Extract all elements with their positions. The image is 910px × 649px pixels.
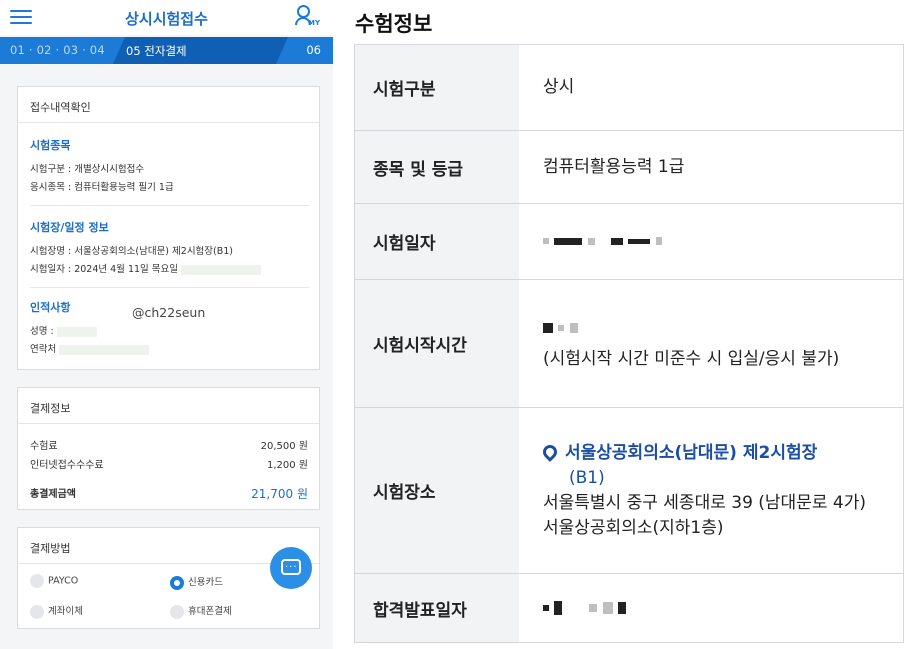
start-time-note: (시험시작 시간 미준수 시 입실/응시 불가) [543, 348, 840, 369]
start-time-value: (시험시작 시간 미준수 시 입실/응시 불가) [519, 280, 903, 407]
date-label: 시험일자 [355, 204, 519, 279]
venue-label: 시험장소 [355, 408, 519, 573]
completed-steps: 01 · 02 · 03 · 04 [10, 43, 105, 57]
date-value-redacted [519, 204, 903, 279]
exam-type-line: 시험구분 : 개별상시시험접수 [30, 164, 145, 175]
app-header: 상시시험접수 MY [0, 0, 333, 35]
receipt-header: 접수내역확인 [18, 87, 319, 123]
exam-item-line: 응시종목 : 컴퓨터활용능력 필기 1급 [30, 182, 174, 193]
online-fee-value: 1,200 원 [266, 460, 308, 471]
venue-section-title: 시험장/일정 정보 [30, 221, 109, 234]
result-date-value-redacted [519, 574, 903, 642]
redacted-block [59, 344, 150, 355]
next-step: 06 [306, 43, 321, 57]
table-row: 시험장소 서울상공회의소(남대문) 제2시험장 (B1) 서울특별시 중구 세종… [355, 408, 903, 574]
table-row: 시험일자 [355, 204, 903, 280]
grade-label: 종목 및 등급 [355, 131, 519, 203]
exam-info-table: 시험구분 상시 종목 및 등급 컴퓨터활용능력 1급 시험일자 시험시작시간 (… [354, 44, 904, 643]
venue-section: 시험장/일정 정보 시험장명 : 서울상공회의소(남대문) 제2시험장(B1) … [30, 219, 262, 279]
venue-floor: (B1) [569, 467, 605, 488]
chat-button[interactable]: ··· [270, 547, 312, 589]
contact-label: 연락처 [30, 344, 57, 355]
fee-row: 수험료 20,500 원 [30, 437, 308, 452]
exam-section: 시험종목 시험구분 : 개별상시시험접수 응시종목 : 컴퓨터활용능력 필기 1… [30, 137, 174, 197]
table-row: 종목 및 등급 컴퓨터활용능력 1급 [355, 131, 903, 204]
radio-icon [30, 604, 44, 619]
exam-section-title: 시험종목 [30, 139, 71, 152]
date-line-row: 시험일자 : 2024년 4월 11일 목요일 [30, 261, 262, 279]
radio-icon [170, 604, 184, 619]
redacted-block [181, 264, 262, 275]
name-row: 성명 : [30, 323, 149, 341]
venue-line: 시험장명 : 서울상공회의소(남대문) 제2시험장(B1) [30, 246, 234, 257]
category-value: 상시 [543, 77, 575, 97]
payment-info-header: 결제정보 [18, 388, 319, 424]
location-pin-icon [540, 441, 560, 462]
watermark: @ch22seun [132, 305, 206, 320]
divider [30, 205, 309, 206]
radio-selected-icon [170, 575, 184, 590]
result-date-label: 합격발표일자 [355, 574, 519, 642]
category-label: 시험구분 [355, 45, 519, 130]
venue-value: 서울상공회의소(남대문) 제2시험장 (B1) 서울특별시 중구 세종대로 39… [519, 408, 903, 573]
table-row: 합격발표일자 [355, 574, 903, 642]
payment-option-bank-transfer[interactable]: 계좌이체 [30, 603, 83, 619]
venue-name: 서울상공회의소(남대문) 제2시험장 [565, 442, 818, 463]
payment-option-mobile[interactable]: 휴대폰결제 [170, 603, 232, 619]
radio-icon [30, 574, 44, 588]
grade-value: 컴퓨터활용능력 1급 [543, 156, 685, 177]
contact-row: 연락처 [30, 341, 150, 359]
payment-option-credit-card[interactable]: 신용카드 [170, 574, 223, 590]
fee-label: 수험료 [30, 441, 58, 452]
redacted-block [56, 326, 97, 337]
my-label: MY [308, 19, 321, 27]
current-step: 05 전자결제 [126, 44, 187, 58]
table-row: 시험시작시간 (시험시작 시간 미준수 시 입실/응시 불가) [355, 280, 903, 408]
payment-option-payco[interactable]: PAYCO [30, 574, 78, 588]
step-progress-bar: 01 · 02 · 03 · 04 05 전자결제 06 [0, 37, 333, 64]
total-value: 21,700 원 [251, 487, 308, 501]
venue-name-row[interactable]: 서울상공회의소(남대문) 제2시험장 [540, 441, 885, 466]
date-line: 시험일자 : 2024년 4월 11일 목요일 [30, 264, 179, 275]
my-page-button[interactable]: MY [295, 5, 321, 29]
payment-info-card: 결제정보 수험료 20,500 원 인터넷접수수수료 1,200 원 총결제금액… [17, 387, 320, 510]
online-fee-row: 인터넷접수수수료 1,200 원 [30, 456, 308, 471]
exam-info-title: 수험정보 [355, 12, 433, 36]
receipt-card: 접수내역확인 시험종목 시험구분 : 개별상시시험접수 응시종목 : 컴퓨터활용… [17, 86, 320, 370]
total-row: 총결제금액 21,700 원 [30, 485, 308, 501]
mobile-app-panel: 상시시험접수 MY 01 · 02 · 03 · 04 05 전자결제 06 접… [0, 0, 333, 649]
online-fee-label: 인터넷접수수수료 [30, 460, 104, 471]
divider [30, 287, 309, 288]
page-title: 상시시험접수 [125, 10, 208, 28]
start-time-label: 시험시작시간 [355, 280, 519, 407]
table-row: 시험구분 상시 [355, 45, 903, 131]
name-label: 성명 : [30, 326, 54, 337]
venue-address: 서울특별시 중구 세종대로 39 (남대문로 4가) 서울상공회의소(지하1층) [543, 492, 866, 538]
fee-value: 20,500 원 [260, 441, 308, 452]
total-label: 총결제금액 [30, 489, 76, 500]
